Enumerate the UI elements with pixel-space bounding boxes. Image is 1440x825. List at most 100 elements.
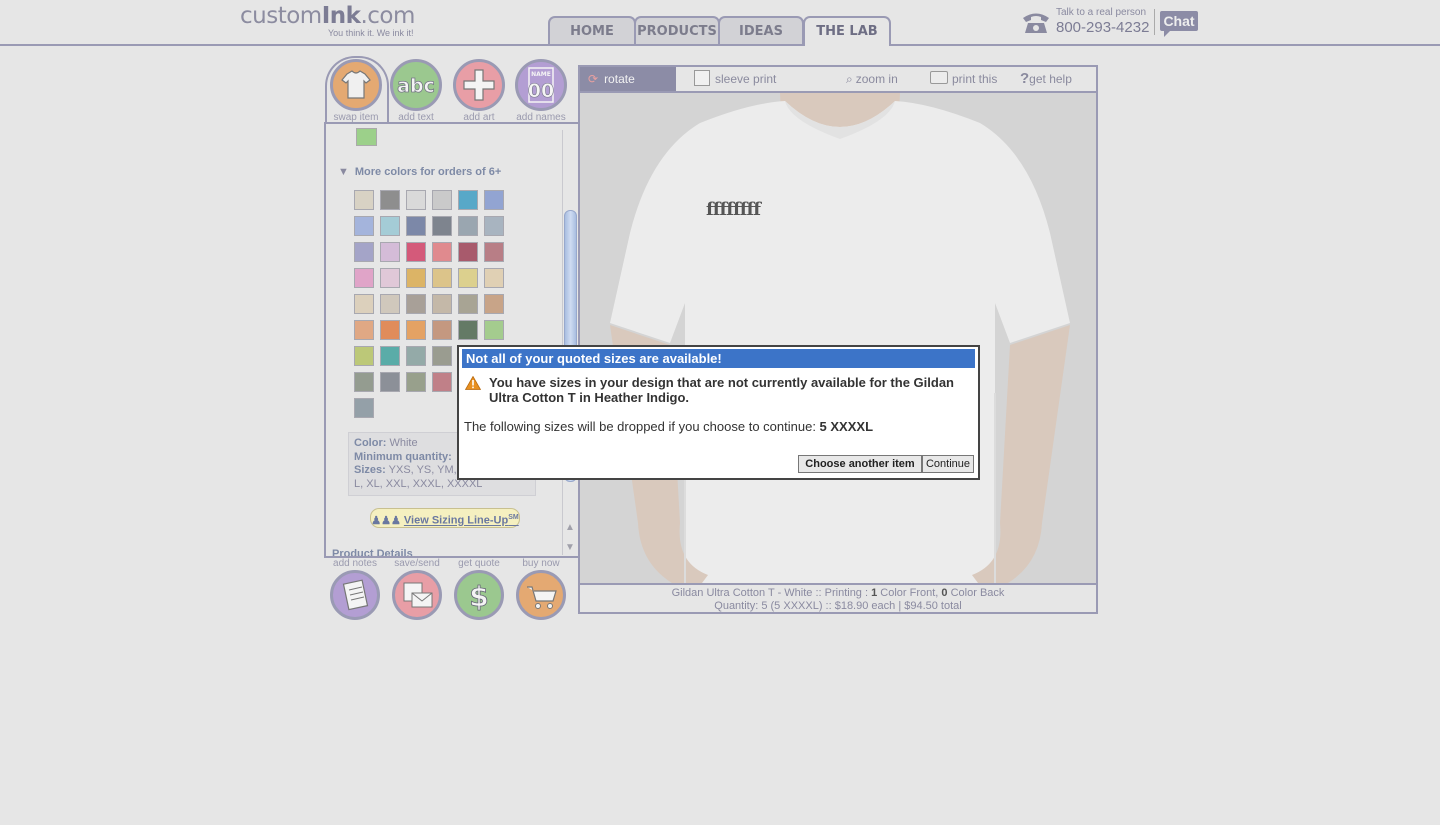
design-area: ⟳ rotate sleeve print ⌕ zoom in print this… <box>578 65 1098 614</box>
color-swatch[interactable] <box>484 242 504 262</box>
magnifier-icon: ⌕ <box>846 72 853 86</box>
customink-logo[interactable]: customInk.com You think it. We ink it! <box>240 3 415 38</box>
color-swatch[interactable] <box>354 320 374 340</box>
tshirt-icon <box>330 59 382 111</box>
color-swatch[interactable] <box>406 320 426 340</box>
get-help-label: get help <box>1029 72 1072 86</box>
buy-now-label: buy now <box>522 558 560 569</box>
color-swatch[interactable] <box>380 372 400 392</box>
dialog-dropped-sizes: The following sizes will be dropped if y… <box>464 419 873 434</box>
color-swatch[interactable] <box>432 294 452 314</box>
color-swatch[interactable] <box>354 294 374 314</box>
summary-front-label: Color Front, <box>877 587 942 599</box>
color-swatch[interactable] <box>432 320 452 340</box>
color-swatch[interactable] <box>432 242 452 262</box>
chat-button[interactable]: Chat <box>1160 11 1198 37</box>
design-text-element[interactable]: ffffffff <box>706 199 761 220</box>
min-quantity-label: Minimum quantity: <box>354 450 452 463</box>
add-notes-tool[interactable]: add notes <box>324 558 386 620</box>
color-swatch[interactable] <box>432 216 452 236</box>
dialog-message: You have sizes in your design that are n… <box>489 375 954 405</box>
tshirt-preview-canvas[interactable]: ffffffff <box>580 93 1096 583</box>
sleeve-print-icon <box>694 70 710 86</box>
color-swatch[interactable] <box>380 216 400 236</box>
color-swatch[interactable] <box>432 372 452 392</box>
color-swatch[interactable] <box>406 242 426 262</box>
add-art-tool[interactable]: add art <box>450 59 508 123</box>
color-swatch[interactable] <box>484 294 504 314</box>
color-swatch[interactable] <box>380 190 400 210</box>
name-number-icon: NAME 00 <box>515 59 567 111</box>
zoom-in-label: zoom in <box>855 72 898 86</box>
triangle-down-icon: ▼ <box>338 166 349 178</box>
save-send-label: save/send <box>394 558 440 569</box>
view-sizing-lineup-button[interactable]: ♟♟♟ View Sizing Line-UpSM <box>370 508 520 528</box>
scroll-down-arrow-icon[interactable]: ▼ <box>565 542 575 553</box>
sizes-unavailable-dialog: Not all of your quoted sizes are availab… <box>457 345 980 480</box>
color-swatch[interactable] <box>354 372 374 392</box>
color-swatch[interactable] <box>458 242 478 262</box>
summary-product: Gildan Ultra Cotton T - White :: Printin… <box>671 587 872 599</box>
save-send-tool[interactable]: save/send <box>386 558 448 620</box>
color-swatch[interactable] <box>458 320 478 340</box>
color-swatch[interactable] <box>354 346 374 366</box>
panel-scrollbar[interactable]: ▲ ▼ <box>562 130 577 555</box>
color-swatch[interactable] <box>380 346 400 366</box>
tab-home[interactable]: HOME <box>548 16 636 44</box>
color-swatch[interactable] <box>484 268 504 288</box>
color-swatch[interactable] <box>380 268 400 288</box>
rotate-button[interactable]: ⟳ rotate <box>580 67 676 91</box>
color-swatch[interactable] <box>356 128 377 146</box>
continue-button[interactable]: Continue <box>922 455 974 473</box>
print-this-button[interactable]: print this <box>930 67 997 91</box>
print-this-label: print this <box>952 72 998 86</box>
color-swatch[interactable] <box>458 268 478 288</box>
color-swatch[interactable] <box>354 242 374 262</box>
color-swatch[interactable] <box>406 190 426 210</box>
color-swatch[interactable] <box>380 294 400 314</box>
swap-item-tool[interactable]: swap item <box>327 59 385 123</box>
color-swatch[interactable] <box>458 216 478 236</box>
color-swatch[interactable] <box>458 190 478 210</box>
color-swatch[interactable] <box>458 294 478 314</box>
color-swatch[interactable] <box>354 398 374 418</box>
logo-tagline: You think it. We ink it! <box>328 28 414 38</box>
color-swatch[interactable] <box>380 320 400 340</box>
get-help-button[interactable]: ?get help <box>1020 67 1072 91</box>
add-text-tool[interactable]: abc add text <box>387 59 445 123</box>
tab-products[interactable]: PRODUCTS <box>634 16 720 44</box>
color-swatch[interactable] <box>432 268 452 288</box>
tab-ideas[interactable]: IDEAS <box>718 16 804 44</box>
color-swatch[interactable] <box>484 190 504 210</box>
more-colors-label: More colors for orders of 6+ <box>354 166 502 178</box>
color-swatch[interactable] <box>432 190 452 210</box>
choose-another-item-button[interactable]: Choose another item <box>798 455 922 473</box>
color-label: Color: <box>354 437 387 449</box>
color-swatch[interactable] <box>406 268 426 288</box>
color-swatch[interactable] <box>406 294 426 314</box>
color-swatch[interactable] <box>406 346 426 366</box>
sizing-button-sup: SM <box>508 514 519 521</box>
color-swatch[interactable] <box>484 320 504 340</box>
sleeve-print-button[interactable]: sleeve print <box>694 67 776 91</box>
color-swatch[interactable] <box>354 216 374 236</box>
scroll-up-arrow-icon[interactable]: ▲ <box>565 522 575 533</box>
summary-line1: Gildan Ultra Cotton T - White :: Printin… <box>580 587 1096 600</box>
tab-the-lab[interactable]: THE LAB <box>803 16 891 46</box>
color-swatch[interactable] <box>354 190 374 210</box>
color-swatch[interactable] <box>484 216 504 236</box>
buy-now-tool[interactable]: buy now <box>510 558 572 620</box>
get-quote-tool[interactable]: get quote $ <box>448 558 510 620</box>
color-swatch[interactable] <box>380 242 400 262</box>
more-colors-toggle[interactable]: ▼ More colors for orders of 6+ <box>338 166 501 178</box>
dollar-icon: $ <box>454 570 504 620</box>
rotate-label: rotate <box>604 72 635 86</box>
add-names-tool[interactable]: NAME 00 add names <box>512 59 570 123</box>
color-swatch[interactable] <box>406 372 426 392</box>
color-swatch[interactable] <box>406 216 426 236</box>
color-swatch[interactable] <box>432 346 452 366</box>
color-swatch[interactable] <box>354 268 374 288</box>
zoom-in-button[interactable]: ⌕ zoom in <box>846 67 898 91</box>
sizes-value-line1: YXS, YS, YM, <box>388 464 457 476</box>
notepad-icon <box>330 570 380 620</box>
